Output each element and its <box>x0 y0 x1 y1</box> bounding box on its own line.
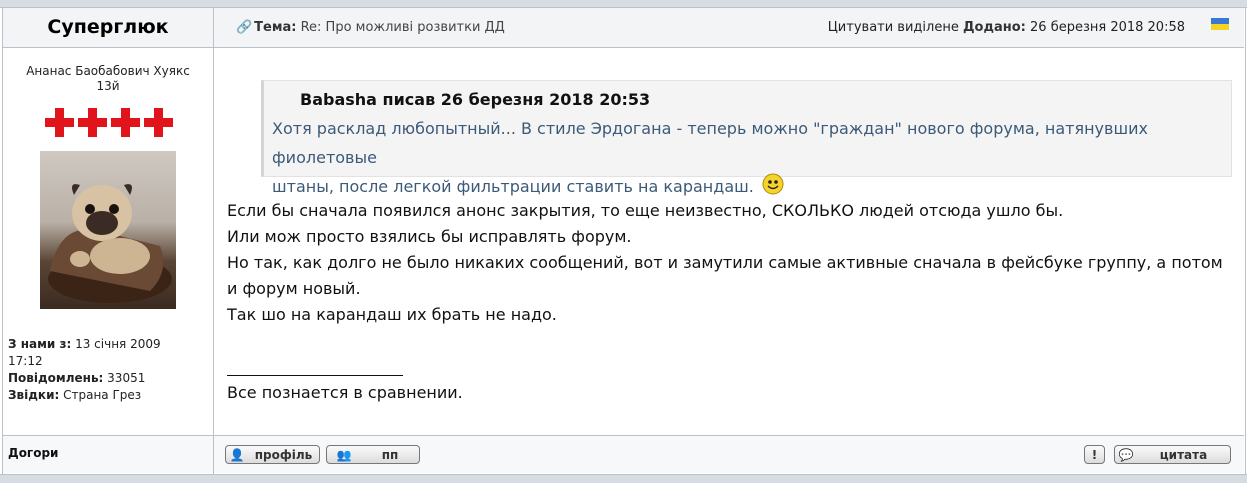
quote-line: Хотя расклад любопытный... В стиле Эрдог… <box>272 119 1148 167</box>
topic-label: Тема: <box>254 20 297 35</box>
posts-label: Повідомлень: <box>8 371 104 385</box>
profile-button[interactable]: 👤 профіль <box>225 445 320 464</box>
added-label: Додано: <box>962 20 1026 35</box>
user-info: З нами з: 13 січня 2009 17:12 Повідомлен… <box>8 336 208 404</box>
back-to-top-link[interactable]: Догори <box>8 446 58 460</box>
post-author-name[interactable]: Суперглюк <box>3 8 213 47</box>
exclamation-icon: ! <box>1091 447 1098 462</box>
users-icon: 👥 <box>336 447 352 462</box>
from-value: Страна Грез <box>63 388 142 402</box>
joined-value: 13 січня 2009 <box>75 337 161 351</box>
quote-author: Babasha писав 26 березня 2018 20:53 <box>300 90 651 109</box>
post-line: Так шо на карандаш их брать не надо. <box>227 305 557 324</box>
quote-line: штаны, после легкой фильтрации ставить н… <box>272 177 754 196</box>
post-meta: Цитувати виділене Додано: 26 березня 201… <box>828 20 1185 35</box>
from-label: Звідки: <box>8 388 60 402</box>
post-line: Или мож просто взялись бы исправлять фор… <box>227 227 632 246</box>
signature: Все познается в сравнении. <box>227 383 463 402</box>
quote-block: Babasha писав 26 березня 2018 20:53 Хотя… <box>261 80 1232 196</box>
posts-count: 33051 <box>107 371 146 385</box>
ukraine-flag-icon <box>1211 18 1229 30</box>
avatar <box>40 151 176 309</box>
user-title-line2: 13й <box>96 79 120 93</box>
topic-value: Re: Про можливі розвитки ДД <box>300 20 505 35</box>
report-button[interactable]: ! <box>1084 445 1105 464</box>
signature-divider <box>227 375 403 376</box>
quote-selected-link[interactable]: Цитувати виділене <box>828 20 959 35</box>
user-icon: 👤 <box>229 447 245 462</box>
smiley-icon <box>762 173 784 195</box>
post-line: и форум новый. <box>227 279 361 298</box>
pug-avatar-image <box>48 184 172 303</box>
speech-bubble-icon: 💬 <box>1118 447 1134 462</box>
added-value: 26 березня 2018 20:58 <box>1030 20 1185 35</box>
profile-button-label: профіль <box>254 447 313 462</box>
header-divider <box>2 47 1244 48</box>
column-divider <box>213 7 214 474</box>
joined-label: З нами з: <box>8 337 72 351</box>
cross-icon <box>78 108 107 137</box>
user-custom-title: Ананас Баобабович Хуякс 13й <box>3 64 213 94</box>
cross-icon <box>45 108 74 137</box>
link-icon: 🔗 <box>236 20 253 35</box>
post-topic: 🔗 Тема: Re: Про можливі розвитки ДД <box>236 20 505 35</box>
post-line: Если бы сначала появился анонс закрытия,… <box>227 201 1064 220</box>
post-line: Но так, как долго не было никаких сообще… <box>227 253 1223 272</box>
quote-text: Хотя расклад любопытный... В стиле Эрдог… <box>272 114 1222 201</box>
footer-divider <box>2 435 1244 436</box>
cross-icon <box>144 108 173 137</box>
quote-button-label: цитата <box>1159 447 1208 462</box>
cross-icon <box>111 108 140 137</box>
joined-time: 17:12 <box>8 354 43 368</box>
quote-button[interactable]: 💬 цитата <box>1114 445 1231 464</box>
post-body: Если бы сначала появился анонс закрытия,… <box>227 198 1232 328</box>
pm-button[interactable]: 👥 пп <box>326 445 420 464</box>
rank-crosses <box>45 108 173 140</box>
pm-button-label: пп <box>381 447 399 462</box>
user-title-line1: Ананас Баобабович Хуякс <box>26 64 190 78</box>
